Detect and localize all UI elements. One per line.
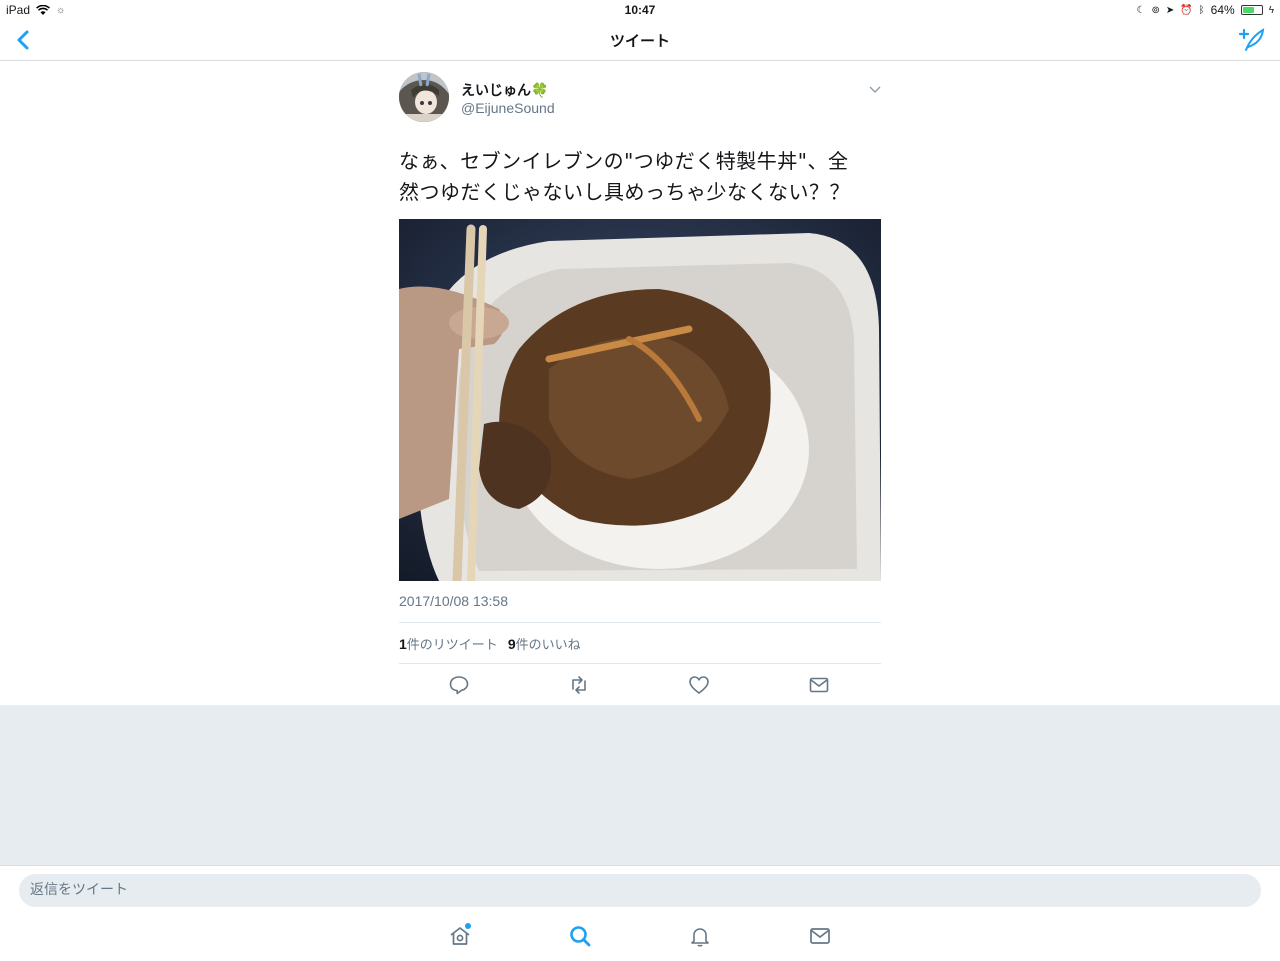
bottom-bar: 返信をツイート xyxy=(0,865,1280,961)
moon-icon: ☾ xyxy=(1136,4,1146,16)
like-count: 9 xyxy=(507,636,516,652)
tweet-text: なぁ、セブンイレブンの"つゆだく特製牛丼"、全 然つゆだくじゃないし具めっちゃ少… xyxy=(399,146,881,208)
bluetooth-icon: ᛒ xyxy=(1198,4,1205,16)
battery-percent: 64% xyxy=(1210,3,1235,17)
photo-image xyxy=(399,219,881,581)
user-name[interactable]: えいじゅん🍀 xyxy=(461,80,548,100)
lock-rotation-icon: ⊚ xyxy=(1151,4,1160,16)
navigation-bar: ツイート xyxy=(0,20,1280,61)
bell-icon[interactable] xyxy=(688,924,712,948)
battery-icon xyxy=(1240,5,1263,15)
chevron-down-icon[interactable] xyxy=(869,84,881,94)
tweet-timestamp: 2017/10/08 13:58 xyxy=(399,593,508,609)
status-bar: iPad ☼ 10:47 ☾ ⊚ ➤ ⏰ ᛒ 64% ϟ xyxy=(0,0,1280,20)
reply-input[interactable]: 返信をツイート xyxy=(19,874,1261,907)
retweet-icon[interactable] xyxy=(568,674,590,696)
page-title: ツイート xyxy=(609,32,670,50)
tweet-photo[interactable] xyxy=(399,219,881,581)
search-icon[interactable] xyxy=(568,924,592,948)
retweet-count: 1 xyxy=(399,636,407,652)
divider xyxy=(399,622,881,623)
like-count-link[interactable]: 9件のいいね xyxy=(508,634,581,653)
retweet-label: 件のリツイート xyxy=(406,638,498,653)
location-icon: ➤ xyxy=(1165,4,1175,16)
retweet-count-link[interactable]: 1件のリツイート xyxy=(399,634,498,653)
messages-icon[interactable] xyxy=(808,924,832,948)
tweet-text-line: 然つゆだくじゃないし具めっちゃ少なくない？？ xyxy=(399,180,850,204)
like-label: 件のいいね xyxy=(515,638,581,653)
envelope-icon[interactable] xyxy=(808,674,830,696)
divider xyxy=(399,663,881,664)
tweet-text-line: なぁ、セブンイレブンの"つゆだく特製牛丼"、全 xyxy=(399,149,849,173)
avatar-image xyxy=(399,72,449,122)
clock: 10:47 xyxy=(624,3,656,17)
charging-icon: ϟ xyxy=(1268,4,1274,16)
compose-tweet-button[interactable] xyxy=(1236,26,1266,54)
user-handle[interactable]: @EijuneSound xyxy=(461,100,555,116)
alarm-icon: ⏰ xyxy=(1180,4,1193,16)
notification-dot xyxy=(465,923,471,929)
avatar[interactable] xyxy=(399,72,449,122)
tweet-stats: 1件のリツイート 9件のいいね xyxy=(399,634,581,653)
empty-area xyxy=(0,705,1280,865)
tweet-actions xyxy=(399,672,881,700)
heart-icon[interactable] xyxy=(688,674,710,696)
reply-icon[interactable] xyxy=(448,674,470,696)
